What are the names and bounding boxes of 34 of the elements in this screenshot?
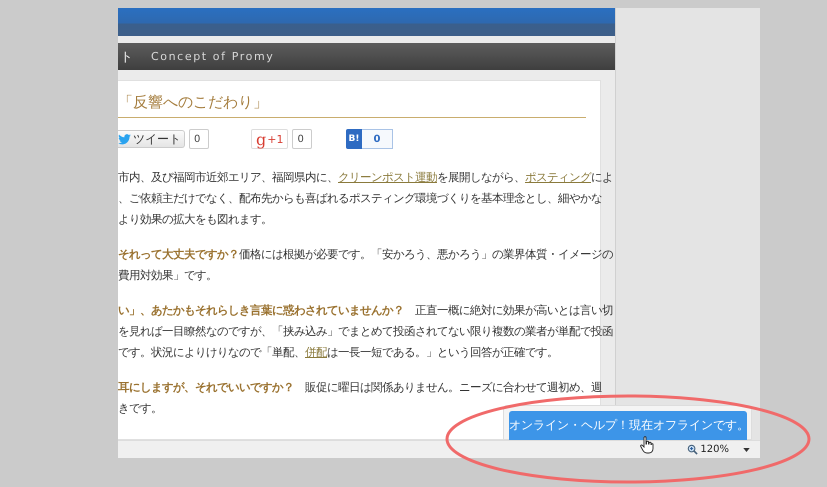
body-text: 正直一概に絶対に効果が高いとは言い切	[414, 303, 613, 317]
text-link[interactable]: クリーンポスト運動	[338, 170, 437, 184]
body-text: を展開しながら、	[437, 170, 525, 184]
zoom-control[interactable]: 120%	[687, 444, 729, 455]
tweet-button[interactable]: ツイート	[118, 130, 185, 148]
share-count: 0	[189, 129, 209, 149]
lead-text: 耳にしますが、それでいいですか？	[118, 380, 294, 394]
body-text: です。状況によりけりなので「単配、	[118, 345, 305, 359]
caret-icon[interactable]	[743, 448, 750, 452]
zoom-icon	[687, 444, 698, 455]
body-text: を見れば一目瞭然なのですが、「挟み込み」でまとめて投函されてない限り複数の業者が単配で投函	[118, 324, 613, 338]
body-text: は一長一短である。」という回答が正確です。	[327, 345, 558, 359]
lead-text: い」、あたかもそれらしき言葉に惑わされていませんか？	[118, 303, 404, 317]
nav-label: ト	[120, 48, 133, 66]
body-text: きです。	[118, 401, 162, 415]
nav-label: Concept of Promy	[151, 50, 274, 63]
body-text: 販促に曜日は関係ありません。ニーズに合わせて週初め、週	[304, 380, 602, 394]
body-text: 、ご依頼主だけでなく、配布先からも喜ばれるポスティング環境づくりを基本理念とし、細やかな	[118, 191, 602, 205]
body-text: より効果の拡大をも図れます。	[118, 212, 272, 226]
lead-text: それって大丈夫ですか？	[118, 247, 239, 261]
share-count: 0	[292, 129, 312, 149]
body-text: 価格には根拠が必要です。「安かろう、悪かろう」の業界体質・イメージの	[239, 247, 613, 261]
bird-icon	[118, 134, 131, 144]
text-link[interactable]: 併配	[305, 345, 327, 359]
chat-button[interactable]: オンライン・ヘルプ！現在オフラインです。	[509, 411, 747, 440]
body-text: 費用対効果」です。	[118, 268, 217, 282]
text-link[interactable]: ポスティング	[525, 170, 591, 184]
share-count: 0	[362, 129, 393, 149]
plus-one-button[interactable]: g+1	[251, 129, 288, 149]
body-text: によ	[591, 170, 613, 184]
body-text: 市内、及び福岡市近郊エリア、福岡県内に、	[118, 170, 338, 184]
bookmark-button[interactable]: B!	[346, 129, 362, 149]
hand-cursor-icon	[640, 436, 654, 454]
section-heading: 「反響へのこだわり」	[118, 93, 586, 118]
